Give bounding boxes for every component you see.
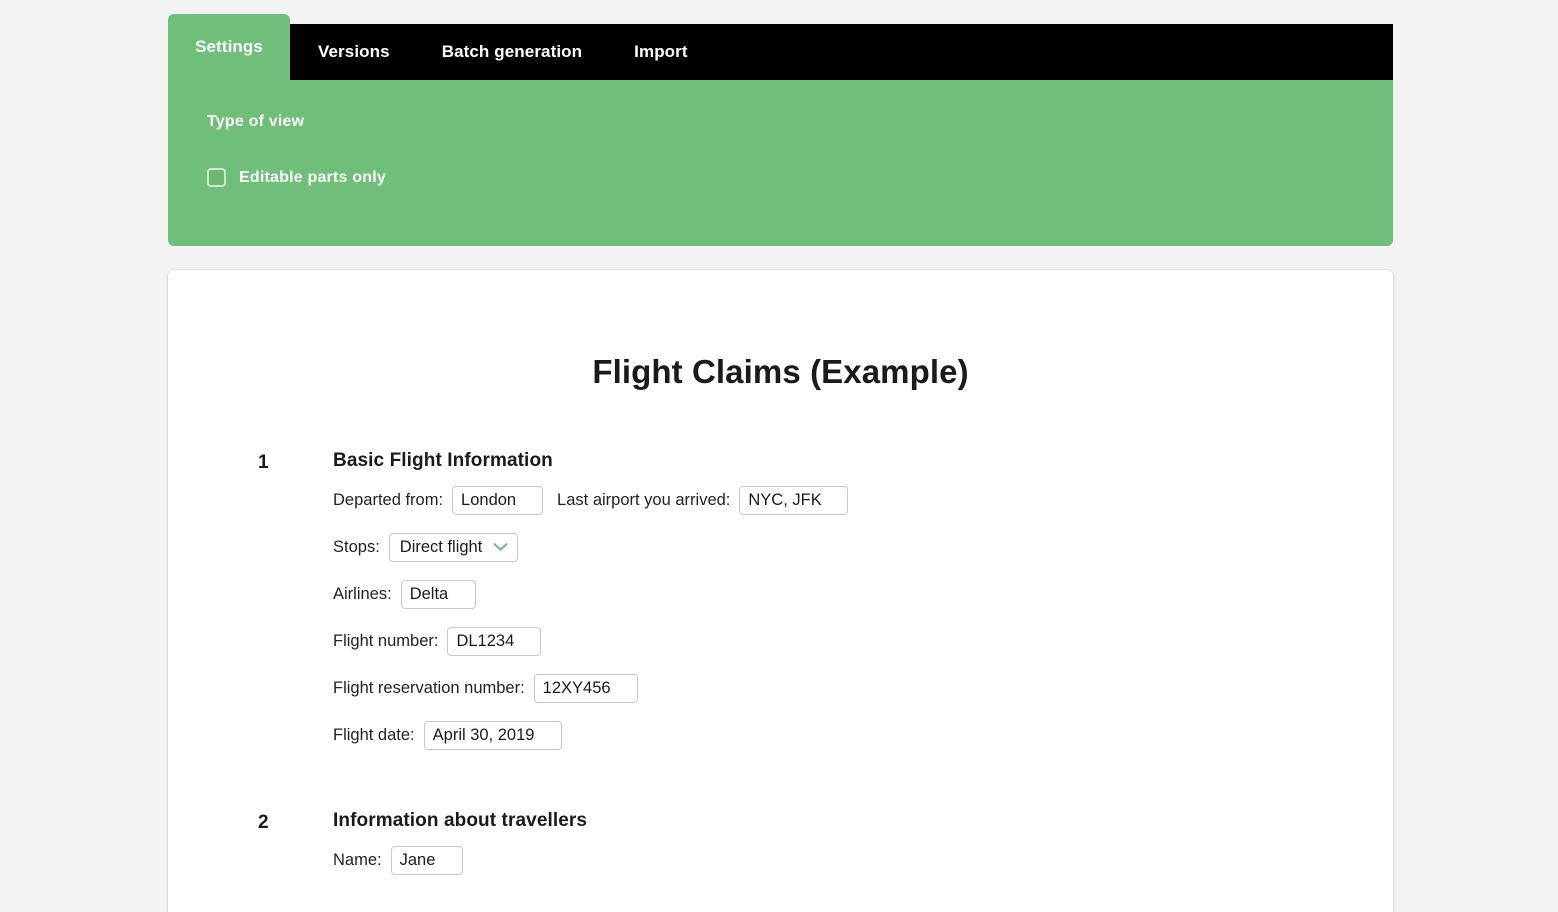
app-page: Versions Batch generation Import Setting… bbox=[0, 0, 1558, 912]
tab-import[interactable]: Import bbox=[608, 24, 713, 80]
field-row: Airlines: bbox=[333, 575, 1393, 613]
name-input[interactable] bbox=[390, 845, 463, 875]
section-information-about-travellers: 2 Information about travellers Name: bbox=[168, 810, 1393, 879]
settings-panel: Type of view Editable parts only bbox=[168, 80, 1393, 246]
field-row: Departed from: Last airport you arrived: bbox=[333, 481, 1393, 519]
document-card: Flight Claims (Example) 1 Basic Flight I… bbox=[168, 270, 1393, 912]
field-row: Flight reservation number: bbox=[333, 669, 1393, 707]
flight-date-input[interactable] bbox=[423, 720, 562, 750]
chevron-down-icon bbox=[493, 542, 508, 552]
tab-batch-generation[interactable]: Batch generation bbox=[416, 24, 608, 80]
field-row: Flight number: bbox=[333, 622, 1393, 660]
editable-parts-only-label: Editable parts only bbox=[239, 168, 386, 186]
field-row: Stops: Direct flight bbox=[333, 528, 1393, 566]
airlines-input[interactable] bbox=[400, 579, 476, 609]
stops-label: Stops: bbox=[333, 537, 380, 556]
name-label: Name: bbox=[333, 850, 382, 869]
editable-parts-only-checkbox-row[interactable]: Editable parts only bbox=[207, 168, 386, 187]
section-basic-flight-information: 1 Basic Flight Information Departed from… bbox=[168, 450, 1393, 754]
section-heading: Information about travellers bbox=[333, 810, 588, 831]
stops-select[interactable]: Direct flight bbox=[388, 532, 519, 562]
flight-reservation-number-label: Flight reservation number: bbox=[333, 678, 525, 697]
type-of-view-label: Type of view bbox=[207, 113, 305, 130]
flight-number-input[interactable] bbox=[447, 626, 542, 656]
flight-date-label: Flight date: bbox=[333, 725, 415, 744]
departed-from-input[interactable] bbox=[452, 485, 544, 515]
checkbox-icon[interactable] bbox=[207, 168, 226, 187]
flight-reservation-number-input[interactable] bbox=[533, 673, 638, 703]
page-title: Flight Claims (Example) bbox=[592, 353, 969, 390]
tab-versions[interactable]: Versions bbox=[290, 24, 416, 80]
stops-selected-value: Direct flight bbox=[399, 537, 483, 556]
section-heading: Basic Flight Information bbox=[333, 450, 553, 471]
tab-settings[interactable]: Settings bbox=[168, 14, 290, 80]
field-row: Name: bbox=[333, 841, 1393, 879]
last-airport-arrived-input[interactable] bbox=[739, 485, 849, 515]
flight-number-label: Flight number: bbox=[333, 631, 439, 650]
airlines-label: Airlines: bbox=[333, 584, 392, 603]
field-row: Flight date: bbox=[333, 716, 1393, 754]
tab-bar: Versions Batch generation Import bbox=[168, 24, 1393, 80]
last-airport-arrived-label: Last airport you arrived: bbox=[557, 490, 731, 509]
section-number: 2 bbox=[258, 812, 269, 833]
section-number: 1 bbox=[258, 452, 269, 473]
departed-from-label: Departed from: bbox=[333, 490, 444, 509]
section-fields: Departed from: Last airport you arrived:… bbox=[333, 472, 1393, 754]
section-fields: Name: bbox=[333, 832, 1393, 879]
